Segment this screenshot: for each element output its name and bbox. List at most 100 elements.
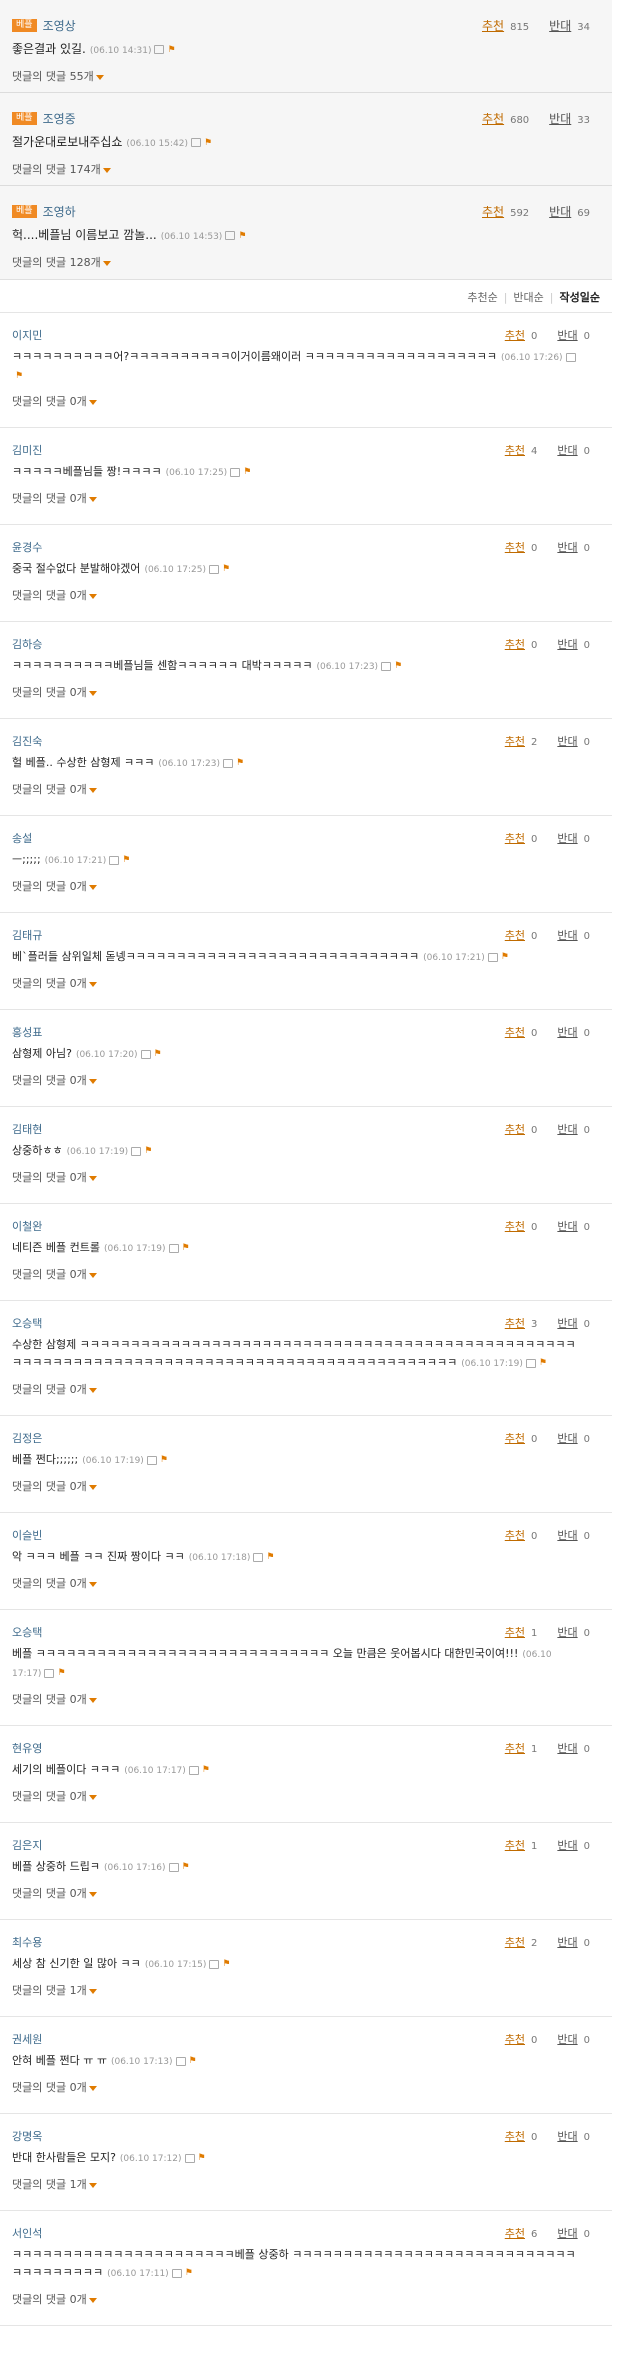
recommend-button[interactable]: 추천 <box>505 2130 525 2143</box>
recommend-button[interactable]: 추천 <box>505 1626 525 1639</box>
reply-toggle-link[interactable]: 댓글의 댓글 0개 <box>12 1478 612 1494</box>
report-flag-icon[interactable]: ⚑ <box>182 1239 190 1257</box>
recommend-button[interactable]: 추천 <box>505 1529 525 1542</box>
reply-toggle-link[interactable]: 댓글의 댓글 0개 <box>12 393 612 409</box>
recommend-button[interactable]: 추천 <box>505 541 525 554</box>
recommend-button[interactable]: 추천 <box>505 1123 525 1136</box>
reply-toggle-link[interactable]: 댓글의 댓글 0개 <box>12 781 612 797</box>
report-flag-icon[interactable]: ⚑ <box>539 1354 547 1372</box>
oppose-button[interactable]: 반대 <box>557 735 577 748</box>
reply-toggle-link[interactable]: 댓글의 댓글 0개 <box>12 587 612 603</box>
oppose-button[interactable]: 반대 <box>557 638 577 651</box>
comment-author[interactable]: 김하승 <box>12 638 42 651</box>
reply-toggle-link[interactable]: 댓글의 댓글 174개 <box>12 161 612 177</box>
reply-toggle-link[interactable]: 댓글의 댓글 0개 <box>12 1169 612 1185</box>
comment-author[interactable]: 이지민 <box>12 329 42 342</box>
comment-author[interactable]: 현유영 <box>12 1742 42 1755</box>
oppose-button[interactable]: 반대 <box>557 444 577 457</box>
recommend-button[interactable]: 추천 <box>505 1026 525 1039</box>
recommend-button[interactable]: 추천 <box>482 112 504 126</box>
report-flag-icon[interactable]: ⚑ <box>222 560 230 578</box>
report-flag-icon[interactable]: ⚑ <box>202 1761 210 1779</box>
comment-author[interactable]: 강명옥 <box>12 2130 42 2143</box>
report-flag-icon[interactable]: ⚑ <box>144 1142 152 1160</box>
report-flag-icon[interactable]: ⚑ <box>15 367 23 385</box>
oppose-button[interactable]: 반대 <box>557 1123 577 1136</box>
recommend-button[interactable]: 추천 <box>505 1317 525 1330</box>
oppose-button[interactable]: 반대 <box>557 1936 577 1949</box>
report-flag-icon[interactable]: ⚑ <box>266 1548 274 1566</box>
reply-toggle-link[interactable]: 댓글의 댓글 0개 <box>12 975 612 991</box>
reply-toggle-link[interactable]: 댓글의 댓글 0개 <box>12 1381 612 1397</box>
recommend-button[interactable]: 추천 <box>505 2227 525 2240</box>
recommend-button[interactable]: 추천 <box>482 19 504 33</box>
oppose-button[interactable]: 반대 <box>557 832 577 845</box>
oppose-button[interactable]: 반대 <box>549 19 571 33</box>
comment-author[interactable]: 김정은 <box>12 1432 42 1445</box>
oppose-button[interactable]: 반대 <box>549 112 571 126</box>
comment-author[interactable]: 오승택 <box>12 1626 42 1639</box>
report-flag-icon[interactable]: ⚑ <box>154 1045 162 1063</box>
recommend-button[interactable]: 추천 <box>505 735 525 748</box>
report-flag-icon[interactable]: ⚑ <box>189 2052 197 2070</box>
reply-toggle-link[interactable]: 댓글의 댓글 1개 <box>12 2176 612 2192</box>
report-flag-icon[interactable]: ⚑ <box>394 657 402 675</box>
report-flag-icon[interactable]: ⚑ <box>238 227 246 245</box>
report-flag-icon[interactable]: ⚑ <box>243 463 251 481</box>
oppose-button[interactable]: 반대 <box>557 2130 577 2143</box>
oppose-button[interactable]: 반대 <box>557 1432 577 1445</box>
oppose-button[interactable]: 반대 <box>557 2227 577 2240</box>
oppose-button[interactable]: 반대 <box>557 929 577 942</box>
sort-oppose[interactable]: 반대순 <box>513 291 543 304</box>
reply-toggle-link[interactable]: 댓글의 댓글 0개 <box>12 878 612 894</box>
comment-author[interactable]: 송설 <box>12 832 32 845</box>
sort-latest[interactable]: 작성일순 <box>560 291 600 304</box>
comment-author[interactable]: 서인석 <box>12 2227 42 2240</box>
comment-author[interactable]: 윤경수 <box>12 541 42 554</box>
report-flag-icon[interactable]: ⚑ <box>160 1451 168 1469</box>
reply-toggle-link[interactable]: 댓글의 댓글 0개 <box>12 1885 612 1901</box>
oppose-button[interactable]: 반대 <box>557 1529 577 1542</box>
oppose-button[interactable]: 반대 <box>549 205 571 219</box>
recommend-button[interactable]: 추천 <box>505 1839 525 1852</box>
comment-author[interactable]: 김진숙 <box>12 735 42 748</box>
oppose-button[interactable]: 반대 <box>557 1839 577 1852</box>
report-flag-icon[interactable]: ⚑ <box>167 41 175 59</box>
recommend-button[interactable]: 추천 <box>505 929 525 942</box>
report-flag-icon[interactable]: ⚑ <box>222 1955 230 1973</box>
oppose-button[interactable]: 반대 <box>557 1626 577 1639</box>
comment-author[interactable]: 김태규 <box>12 929 42 942</box>
reply-toggle-link[interactable]: 댓글의 댓글 128개 <box>12 254 612 270</box>
recommend-button[interactable]: 추천 <box>505 638 525 651</box>
recommend-button[interactable]: 추천 <box>505 832 525 845</box>
comment-author[interactable]: 권세원 <box>12 2033 42 2046</box>
comment-author[interactable]: 조영하 <box>43 205 76 219</box>
report-flag-icon[interactable]: ⚑ <box>204 134 212 152</box>
reply-toggle-link[interactable]: 댓글의 댓글 0개 <box>12 2291 612 2307</box>
reply-toggle-link[interactable]: 댓글의 댓글 0개 <box>12 2079 612 2095</box>
recommend-button[interactable]: 추천 <box>505 329 525 342</box>
reply-toggle-link[interactable]: 댓글의 댓글 0개 <box>12 684 612 700</box>
reply-toggle-link[interactable]: 댓글의 댓글 0개 <box>12 1788 612 1804</box>
report-flag-icon[interactable]: ⚑ <box>122 851 130 869</box>
report-flag-icon[interactable]: ⚑ <box>185 2264 193 2282</box>
reply-toggle-link[interactable]: 댓글의 댓글 0개 <box>12 1266 612 1282</box>
reply-toggle-link[interactable]: 댓글의 댓글 0개 <box>12 1072 612 1088</box>
recommend-button[interactable]: 추천 <box>505 1220 525 1233</box>
report-flag-icon[interactable]: ⚑ <box>501 948 509 966</box>
recommend-button[interactable]: 추천 <box>482 205 504 219</box>
reply-toggle-link[interactable]: 댓글의 댓글 0개 <box>12 490 612 506</box>
report-flag-icon[interactable]: ⚑ <box>57 1664 65 1682</box>
oppose-button[interactable]: 반대 <box>557 329 577 342</box>
report-flag-icon[interactable]: ⚑ <box>198 2149 206 2167</box>
oppose-button[interactable]: 반대 <box>557 1220 577 1233</box>
comment-author[interactable]: 최수용 <box>12 1936 42 1949</box>
recommend-button[interactable]: 추천 <box>505 444 525 457</box>
report-flag-icon[interactable]: ⚑ <box>182 1858 190 1876</box>
oppose-button[interactable]: 반대 <box>557 541 577 554</box>
comment-author[interactable]: 이슬빈 <box>12 1529 42 1542</box>
comment-author[interactable]: 이철완 <box>12 1220 42 1233</box>
reply-toggle-link[interactable]: 댓글의 댓글 0개 <box>12 1691 612 1707</box>
comment-author[interactable]: 조영상 <box>43 19 76 33</box>
comment-author[interactable]: 김태현 <box>12 1123 42 1136</box>
